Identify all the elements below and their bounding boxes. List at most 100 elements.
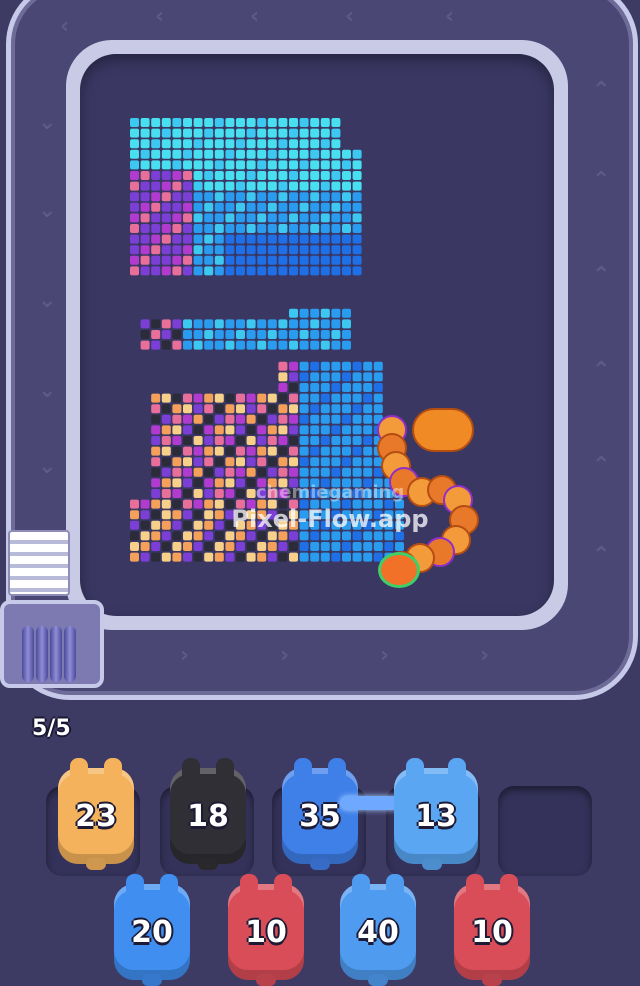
pixel-block <box>193 234 203 244</box>
pixel-block <box>204 414 214 424</box>
pixel-block <box>183 192 192 202</box>
pixel-block <box>373 383 383 392</box>
pixel-block <box>320 181 330 191</box>
pixel-block <box>246 192 256 202</box>
pixel-block <box>299 213 309 223</box>
shooter-slot-4[interactable]: 13 <box>394 758 478 870</box>
pixel-block <box>320 202 330 212</box>
pixel-block <box>193 245 203 255</box>
pixel-block <box>257 255 267 265</box>
pixel-block <box>320 224 330 233</box>
pixel-block <box>299 234 309 244</box>
shooter-slot-1[interactable]: 23 <box>58 758 134 870</box>
pixel-block <box>183 181 192 191</box>
pixel-block <box>373 361 383 371</box>
pixel-block <box>183 414 192 424</box>
pixel-block <box>257 266 267 276</box>
pixel-block <box>299 319 309 329</box>
pixel-block <box>299 542 309 551</box>
pixel-block <box>151 393 161 403</box>
pixel-block <box>172 224 182 233</box>
pixel-block <box>236 436 245 445</box>
pixel-block <box>130 266 139 276</box>
pixel-block <box>352 393 362 403</box>
pixel-block <box>225 224 235 233</box>
pixel-block <box>140 330 150 339</box>
pixel-block <box>214 224 224 233</box>
pixel-block <box>342 266 351 276</box>
pixel-block <box>257 425 267 435</box>
pixel-block <box>310 319 320 329</box>
pixel-block <box>267 234 277 244</box>
pixel-block <box>352 171 362 180</box>
pixel-block <box>236 118 245 127</box>
reserve-shooter-4[interactable]: 10 <box>454 874 530 986</box>
reserve-shooter-2[interactable]: 10 <box>228 874 304 986</box>
pixel-block <box>246 181 256 191</box>
pixel-block <box>278 383 288 392</box>
pixel-block <box>193 192 203 202</box>
pixel-block <box>342 425 351 435</box>
pixel-block <box>183 542 192 551</box>
pixel-block <box>161 245 171 255</box>
pixel-block <box>204 245 214 255</box>
pixel-block <box>289 202 298 212</box>
pixel-block <box>183 160 192 170</box>
pixel-block <box>214 255 224 265</box>
pixel-block <box>267 436 277 445</box>
pixel-block <box>257 436 267 445</box>
pixel-block <box>130 245 139 255</box>
pixel-block <box>246 542 256 551</box>
pixel-block <box>172 202 182 212</box>
pixel-block <box>183 234 192 244</box>
pixel-block <box>183 404 192 414</box>
pixel-block <box>246 340 256 350</box>
pixel-block <box>289 319 298 329</box>
pixel-block <box>130 181 139 191</box>
pixel-block <box>289 404 298 414</box>
pixel-block <box>299 446 309 456</box>
pixel-block <box>151 552 161 562</box>
pixel-block <box>183 224 192 233</box>
watermark-site: Pixel-Flow.app <box>231 505 429 533</box>
pixel-block <box>310 192 320 202</box>
pixel-block <box>161 330 171 339</box>
pixel-block <box>278 139 288 149</box>
pixel-block <box>161 393 171 403</box>
pixel-block <box>331 192 341 202</box>
shooter-slot-2[interactable]: 18 <box>170 758 246 870</box>
pixel-block <box>172 552 182 562</box>
pixel-block <box>204 266 214 276</box>
reserve-shooter-1[interactable]: 20 <box>114 874 190 986</box>
pixel-block <box>289 160 298 170</box>
pixel-block <box>140 499 150 509</box>
pixel-block <box>236 128 245 138</box>
pixel-block <box>289 149 298 159</box>
pixel-block <box>214 542 224 551</box>
pixel-block <box>193 436 203 445</box>
pixel-block <box>193 340 203 350</box>
pixel-block <box>130 510 139 520</box>
pixel-block <box>352 446 362 456</box>
pixel-block <box>140 139 150 149</box>
queue-slot-5-empty[interactable] <box>498 786 592 876</box>
pixel-block <box>183 340 192 350</box>
pixel-block <box>278 340 288 350</box>
pixel-block <box>267 393 277 403</box>
pixel-block <box>331 457 341 467</box>
pixel-block <box>299 139 309 149</box>
pixel-block <box>151 404 161 414</box>
pixel-block <box>310 383 320 392</box>
pixel-block <box>161 171 171 180</box>
pixel-block <box>342 245 351 255</box>
shooter-slot-3[interactable]: 35 <box>282 758 358 870</box>
pixel-block <box>310 181 320 191</box>
pixel-block <box>236 255 245 265</box>
chevron-up-icon: ⌃ <box>592 263 611 288</box>
pixel-block <box>246 171 256 180</box>
pixel-block <box>278 372 288 382</box>
pixel-block <box>204 436 214 445</box>
pixel-block <box>331 234 341 244</box>
reserve-shooter-3[interactable]: 40 <box>340 874 416 986</box>
pixel-block <box>225 213 235 223</box>
